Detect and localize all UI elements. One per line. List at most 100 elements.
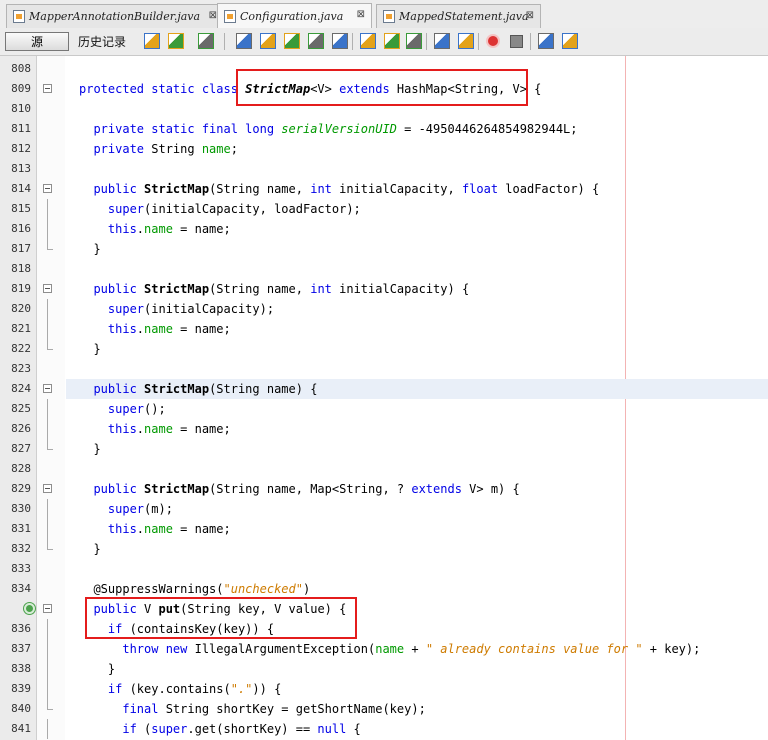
fold-guide-line (47, 519, 48, 539)
code-line[interactable]: 838 } (0, 659, 768, 679)
code-line[interactable]: 808 (0, 59, 768, 79)
start-macro-icon[interactable] (486, 34, 500, 48)
code-line[interactable]: 814 public StrictMap(String name, int in… (0, 179, 768, 199)
code-token: = name; (172, 422, 231, 436)
code-line[interactable]: 813 (0, 159, 768, 179)
code-line[interactable]: 839 if (key.contains(".")) { (0, 679, 768, 699)
code-cell: throw new IllegalArgumentException(name … (66, 639, 768, 659)
code-line[interactable]: 831 this.name = name; (0, 519, 768, 539)
code-line[interactable]: 817 } (0, 239, 768, 259)
code-line[interactable]: 828 (0, 459, 768, 479)
close-icon[interactable]: ⊠ (357, 9, 365, 20)
line-number: 816 (11, 222, 31, 235)
code-line[interactable]: 837 throw new IllegalArgumentException(n… (0, 639, 768, 659)
code-line[interactable]: 819 public StrictMap(String name, int in… (0, 279, 768, 299)
find-selection-icon[interactable] (236, 33, 252, 49)
code-cell: private String name; (66, 139, 768, 159)
toggle-rect-select-icon[interactable] (332, 33, 348, 49)
code-line[interactable]: 821 this.name = name; (0, 319, 768, 339)
code-text: } (79, 659, 115, 679)
code-line[interactable]: 840 final String shortKey = getShortName… (0, 699, 768, 719)
next-bookmark-icon[interactable] (384, 33, 400, 49)
code-line[interactable]: 809 protected static class StrictMap<V> e… (0, 79, 768, 99)
code-text: public StrictMap(String name, int initia… (79, 279, 469, 299)
fold-toggle-icon[interactable] (43, 184, 52, 193)
code-cell: super(initialCapacity, loadFactor); (66, 199, 768, 219)
shift-left-icon[interactable] (434, 33, 450, 49)
code-line[interactable]: 824 public StrictMap(String name) { (0, 379, 768, 399)
fold-toggle-icon[interactable] (43, 284, 52, 293)
code-line[interactable]: 823 (0, 359, 768, 379)
code-line[interactable]: 836 if (containsKey(key)) { (0, 619, 768, 639)
back-icon[interactable] (168, 33, 184, 49)
fold-end-marker (47, 439, 53, 450)
code-line[interactable]: 810 (0, 99, 768, 119)
uncomment-icon[interactable] (562, 33, 578, 49)
code-line[interactable]: 816 this.name = name; (0, 219, 768, 239)
code-token: name (201, 142, 231, 156)
code-token: (initialCapacity, loadFactor); (144, 202, 361, 216)
stop-macro-icon[interactable] (510, 35, 523, 48)
code-line[interactable]: 841 if (super.get(shortKey) == null { (0, 719, 768, 739)
editor-toolbar: 源 历史记录 (0, 28, 768, 56)
code-cell: super(initialCapacity); (66, 299, 768, 319)
code-cell (66, 559, 768, 579)
find-next-icon[interactable] (284, 33, 300, 49)
code-line[interactable]: 829 public StrictMap(String name, Map<St… (0, 479, 768, 499)
code-line[interactable]: 832 } (0, 539, 768, 559)
fold-end-marker (47, 239, 53, 250)
fold-toggle-icon[interactable] (43, 604, 52, 613)
find-previous-icon[interactable] (260, 33, 276, 49)
code-token: } (79, 442, 101, 456)
code-token: extends (411, 482, 462, 496)
code-line[interactable]: 833 (0, 559, 768, 579)
tab-1[interactable]: MapperAnnotationBuilder.java ⊠ (6, 4, 224, 28)
code-token: super (79, 502, 145, 516)
comment-icon[interactable] (538, 33, 554, 49)
fold-toggle-icon[interactable] (43, 484, 52, 493)
close-icon[interactable]: ⊠ (209, 10, 217, 21)
source-view-button[interactable]: 源 (5, 32, 69, 51)
previous-bookmark-icon[interactable] (360, 33, 376, 49)
history-view-button[interactable]: 历史记录 (72, 32, 132, 51)
code-token: name (144, 422, 173, 436)
code-editor[interactable]: 808 809 protected static class StrictMap<V… (0, 56, 768, 740)
toggle-bookmark-icon[interactable] (406, 33, 422, 49)
code-line[interactable]: 825 super(); (0, 399, 768, 419)
code-line[interactable]: 830 super(m); (0, 499, 768, 519)
tab-3[interactable]: MappedStatement.java ⊠ (376, 4, 541, 28)
code-text: public V put(String key, V value) { (79, 599, 346, 619)
line-number: 840 (11, 702, 31, 715)
close-icon[interactable]: ⊠ (526, 10, 534, 21)
last-edit-icon[interactable] (144, 33, 160, 49)
code-line[interactable]: 818 (0, 259, 768, 279)
code-line[interactable]: public V put(String key, V value) { (0, 599, 768, 619)
code-token: HashMap<String, V> { (389, 82, 542, 96)
code-text: final String shortKey = getShortName(key… (79, 699, 425, 719)
code-line[interactable]: 815 super(initialCapacity, loadFactor); (0, 199, 768, 219)
code-line[interactable]: 812 private String name; (0, 139, 768, 159)
fold-toggle-icon[interactable] (43, 384, 52, 393)
override-marker-icon[interactable] (24, 603, 35, 614)
toggle-highlight-icon[interactable] (308, 33, 324, 49)
code-line[interactable]: 811 private static final long serialVers… (0, 119, 768, 139)
code-line[interactable]: 834 @SuppressWarnings("unchecked") (0, 579, 768, 599)
fold-toggle-icon[interactable] (43, 84, 52, 93)
code-token: initialCapacity) { (331, 282, 470, 296)
code-token: public (79, 482, 145, 496)
code-token: extends (339, 82, 390, 96)
code-cell: if (containsKey(key)) { (66, 619, 768, 639)
code-token: float (461, 182, 499, 196)
forward-icon[interactable] (198, 33, 214, 49)
code-cell: @SuppressWarnings("unchecked") (66, 579, 768, 599)
line-number: 839 (11, 682, 31, 695)
fold-guide-line (47, 659, 48, 679)
code-line[interactable]: 826 this.name = name; (0, 419, 768, 439)
code-token: (String name, (209, 282, 311, 296)
code-line[interactable]: 827 } (0, 439, 768, 459)
code-line[interactable]: 822 } (0, 339, 768, 359)
shift-right-icon[interactable] (458, 33, 474, 49)
tab-2[interactable]: Configuration.java ⊠ (217, 3, 372, 29)
code-line[interactable]: 820 super(initialCapacity); (0, 299, 768, 319)
line-number: 823 (11, 362, 31, 375)
